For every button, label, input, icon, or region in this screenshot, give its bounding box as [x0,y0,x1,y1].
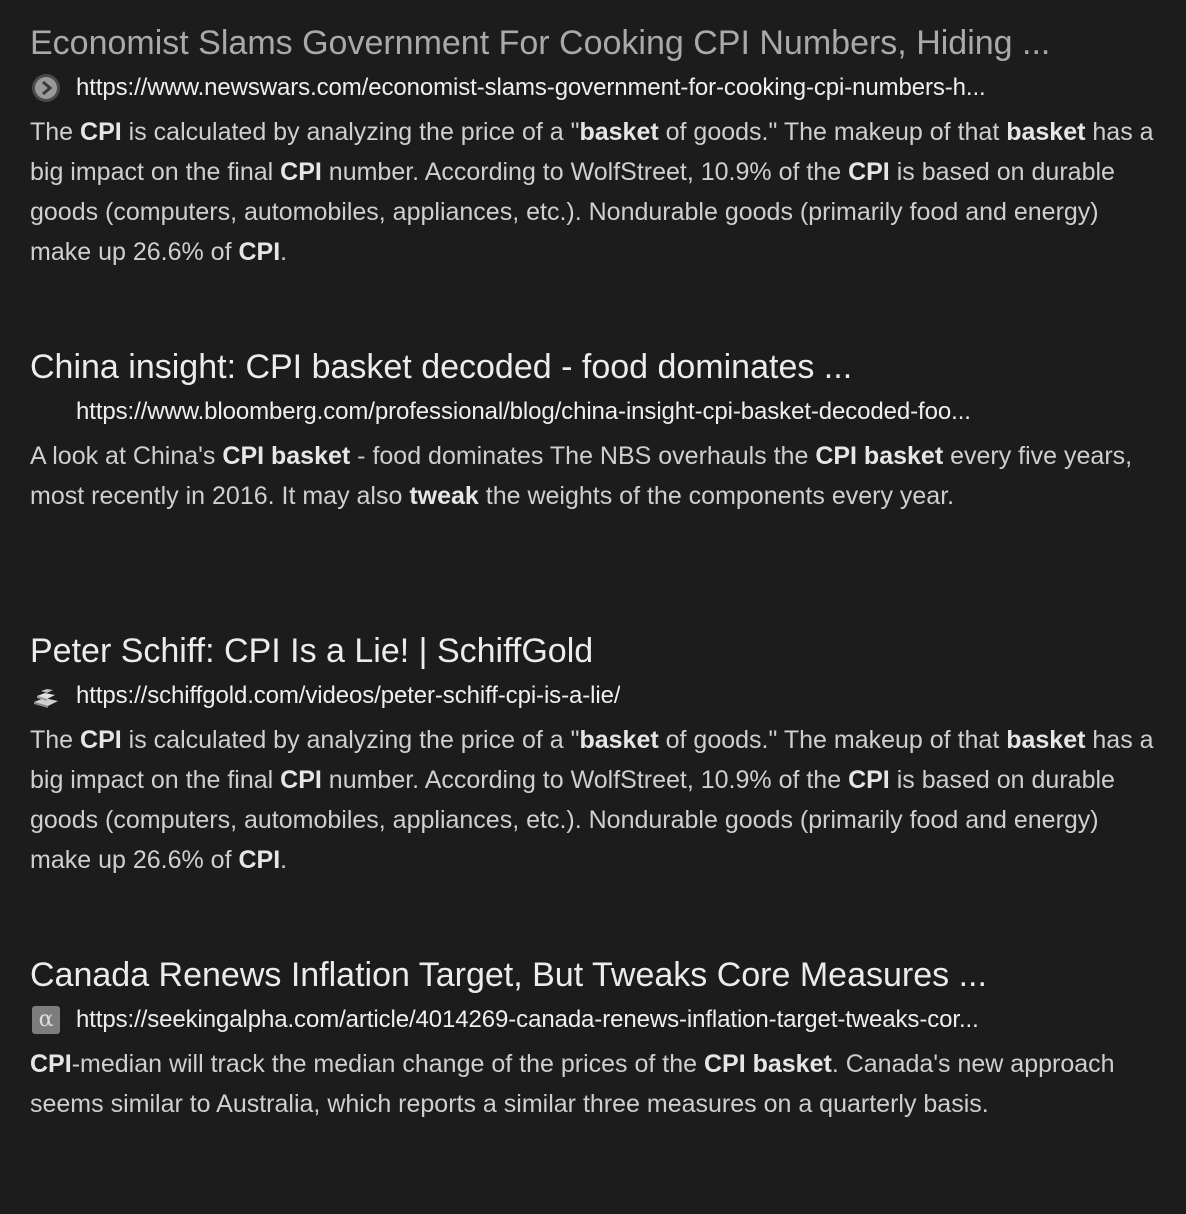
result-url-row: https://schiffgold.com/videos/peter-schi… [30,676,1165,716]
result-snippet: The CPI is calculated by analyzing the p… [30,720,1165,880]
result-url-row: https://www.newswars.com/economist-slams… [30,68,1165,108]
snippet-text: the weights of the components every year… [478,482,955,510]
search-result: Canada Renews Inflation Target, But Twea… [30,954,1165,1124]
snippet-highlight: basket [579,726,659,754]
snippet-text: of goods." The makeup of that [658,726,1007,754]
snippet-text: The [30,726,81,754]
snippet-text: - food dominates The NBS overhauls the [350,442,816,470]
snippet-highlight: CPI [280,158,322,186]
result-url-row: α https://seekingalpha.com/article/40142… [30,1000,1165,1040]
snippet-highlight: CPI [238,238,281,266]
result-snippet: CPI-median will track the median change … [30,1044,1165,1124]
snippet-highlight: CPI basket [815,442,944,470]
snippet-highlight: CPI basket [703,1050,832,1078]
snippet-highlight: CPI [80,726,122,754]
snippet-text: is calculated by analyzing the price of … [121,726,580,754]
snippet-highlight: CPI [30,1050,72,1078]
snippet-text: The [30,118,81,146]
snippet-text: A look at China's [30,442,223,470]
snippet-highlight: tweak [409,482,479,510]
result-title[interactable]: Economist Slams Government For Cooking C… [30,22,1165,64]
result-snippet: A look at China's CPI basket - food domi… [30,436,1165,516]
snippet-text: number. According to WolfStreet, 10.9% o… [321,766,849,794]
result-url[interactable]: https://schiffgold.com/videos/peter-schi… [76,682,620,710]
result-title[interactable]: China insight: CPI basket decoded - food… [30,346,1165,388]
snippet-highlight: CPI [848,158,890,186]
search-result: China insight: CPI basket decoded - food… [30,346,1165,516]
result-url-row: https://www.bloomberg.com/professional/b… [30,392,1165,432]
blank-icon [30,396,62,428]
snippet-text: is calculated by analyzing the price of … [121,118,580,146]
snippet-highlight: CPI [80,118,122,146]
snippet-text: number. According to WolfStreet, 10.9% o… [321,158,849,186]
snippet-highlight: CPI [238,846,281,874]
result-url[interactable]: https://www.bloomberg.com/professional/b… [76,398,971,426]
snippet-text: of goods." The makeup of that [658,118,1007,146]
result-title[interactable]: Canada Renews Inflation Target, But Twea… [30,954,1165,996]
snippet-highlight: CPI [848,766,890,794]
snippet-text: -median will track the median change of … [71,1050,704,1078]
snippet-highlight: CPI [280,766,322,794]
alpha-glyph: α [32,1006,60,1034]
snippet-text: . [280,238,288,266]
result-title[interactable]: Peter Schiff: CPI Is a Lie! | SchiffGold [30,630,1165,672]
snippet-highlight: CPI basket [222,442,351,470]
search-result: Economist Slams Government For Cooking C… [30,22,1165,272]
snippet-highlight: basket [1006,726,1086,754]
gold-bars-icon [30,680,62,712]
result-snippet: The CPI is calculated by analyzing the p… [30,112,1165,272]
snippet-highlight: basket [579,118,659,146]
search-result: Peter Schiff: CPI Is a Lie! | SchiffGold… [30,630,1165,880]
result-url[interactable]: https://www.newswars.com/economist-slams… [76,74,986,102]
alpha-icon: α [30,1004,62,1036]
snippet-text: . [280,846,288,874]
snippet-highlight: basket [1006,118,1086,146]
newswars-circle-arrow-icon [30,72,62,104]
result-url[interactable]: https://seekingalpha.com/article/4014269… [76,1006,979,1034]
